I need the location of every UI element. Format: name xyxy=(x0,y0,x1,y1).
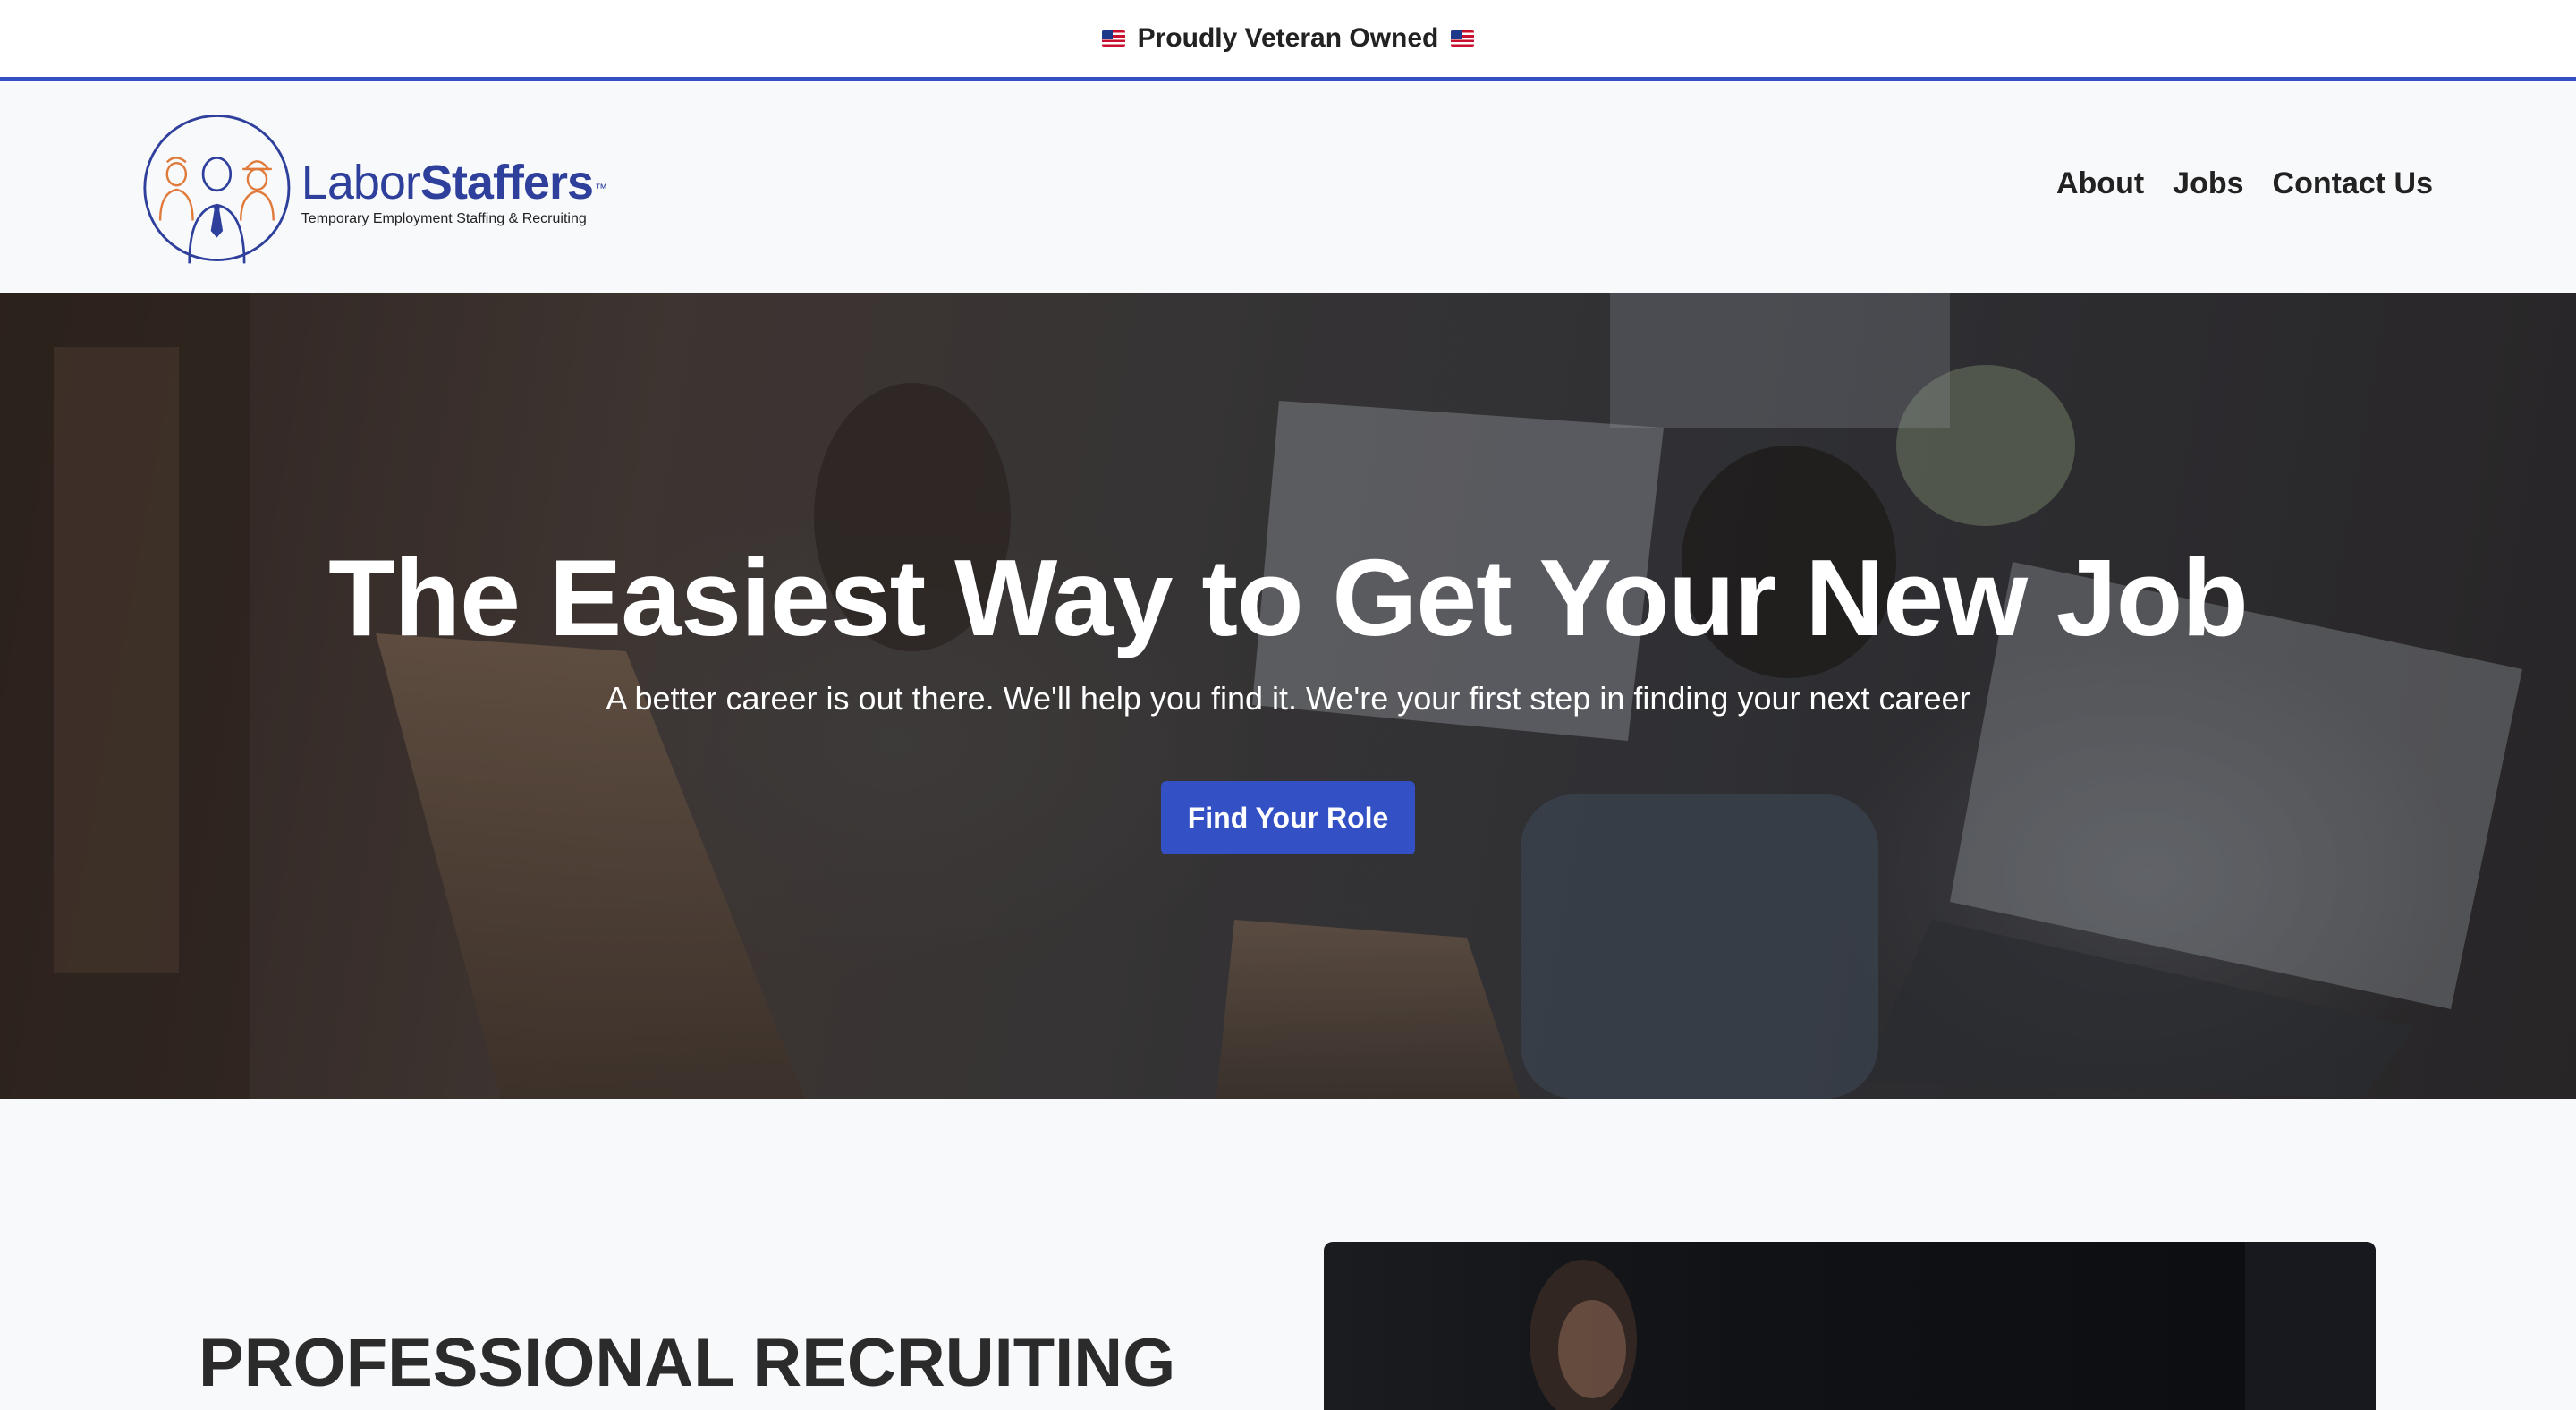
section-title: PROFESSIONAL RECRUITING xyxy=(199,1325,1176,1401)
logo-link[interactable]: LaborStaffers ™ Temporary Employment Staf… xyxy=(141,109,607,267)
nav-jobs[interactable]: Jobs xyxy=(2173,166,2243,201)
hero-title: The Easiest Way to Get Your New Job xyxy=(328,537,2249,658)
hero-section: The Easiest Way to Get Your New Job A be… xyxy=(0,293,2576,1099)
nav-contact-us[interactable]: Contact Us xyxy=(2273,166,2433,201)
main-nav: About Jobs Contact Us xyxy=(2056,166,2433,201)
us-flag-icon xyxy=(1101,30,1125,47)
site-header: LaborStaffers ™ Temporary Employment Staf… xyxy=(0,81,2576,293)
find-your-role-button[interactable]: Find Your Role xyxy=(1161,781,1415,854)
hero-content: The Easiest Way to Get Your New Job A be… xyxy=(0,293,2576,1099)
recruiting-photo xyxy=(1530,1242,2376,1410)
brand-tagline: Temporary Employment Staffing & Recruiti… xyxy=(301,211,587,226)
announcement-text: Proudly Veteran Owned xyxy=(1137,23,1439,53)
us-flag-icon xyxy=(1451,30,1475,47)
page: Proudly Veteran Owned LaborStaffers ™ Te… xyxy=(0,0,2576,1410)
nav-about[interactable]: About xyxy=(2056,166,2144,201)
announcement-bar: Proudly Veteran Owned xyxy=(0,0,2576,81)
recruiting-image xyxy=(1324,1242,2376,1410)
logo-wordmark: LaborStaffers ™ Temporary Employment Staf… xyxy=(301,156,607,227)
brand-name: LaborStaffers ™ xyxy=(301,156,607,209)
hero-subtitle: A better career is out there. We'll help… xyxy=(606,680,1970,717)
logo-icon xyxy=(143,114,291,264)
